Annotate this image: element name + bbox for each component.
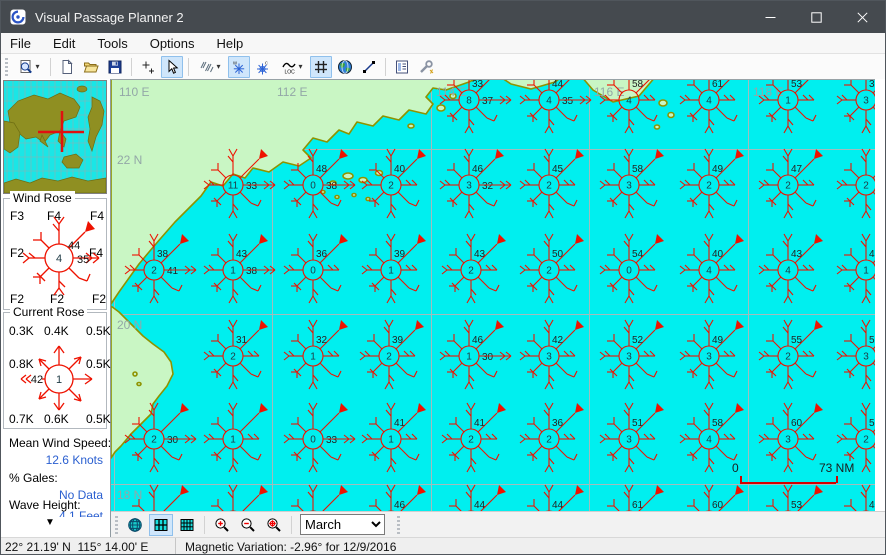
current-rose-diagram: 1 42 (11, 336, 107, 422)
report-view-button[interactable] (391, 56, 413, 78)
status-bar: 22° 21.19' N 115° 14.00' E Magnetic Vari… (1, 537, 885, 555)
longitude-label: 118 E (753, 85, 783, 99)
passage-chart-map[interactable]: 110 E112 E114 E116 E118 E22 N20 N18 N378… (111, 79, 875, 511)
coast-top-mid (499, 80, 563, 89)
wind-rose-toggle-button[interactable]: w (228, 56, 250, 78)
dropdown-caret-icon[interactable]: ▾ (35, 62, 39, 71)
scale-end-label: 73 NM (819, 461, 854, 475)
menu-bar: File Edit Tools Options Help (1, 33, 885, 54)
view-toolbar: March (111, 511, 886, 537)
toolbar-grip[interactable] (115, 516, 118, 534)
grid-fine-button[interactable] (175, 514, 199, 536)
overview-world-map[interactable] (3, 80, 107, 194)
scale-bar (740, 482, 836, 484)
info-sidebar: Wind Rose F3 F4 F4 F2 F4 F2 F2 F2 (1, 79, 111, 537)
globe-projection-button[interactable] (123, 514, 147, 536)
wave-height-value: 4.1 Feet (9, 509, 103, 517)
scale-start-label: 0 (732, 461, 739, 475)
month-select[interactable]: March (300, 514, 385, 535)
weather-overlay-button[interactable]: ▾ (194, 56, 226, 78)
current-rose-center-value: 1 (56, 374, 62, 386)
window-title: Visual Passage Planner 2 (35, 10, 747, 25)
current-rose-left-value: 42 (31, 374, 43, 386)
globe-view-button[interactable] (334, 56, 356, 78)
route-tool-button[interactable] (358, 56, 380, 78)
mainland-coast (111, 80, 481, 304)
latitude-label: 22 N (117, 153, 142, 167)
grid-coarse-button[interactable] (149, 514, 173, 536)
toolbar-grip[interactable] (5, 58, 8, 76)
magnetic-variation: Magnetic Variation: -2.96° for 12/9/2016 (176, 540, 396, 554)
latitude-label: 18 N (117, 488, 142, 502)
toolbar-grip[interactable] (397, 516, 400, 534)
mean-wind-speed-label: Mean Wind Speed: (9, 436, 111, 450)
wind-rose-diagram: 4 44 35 (11, 215, 107, 301)
wind-rose-title: Wind Rose (10, 191, 75, 205)
distance-tool-button[interactable] (137, 56, 159, 78)
print-preview-button[interactable]: ▾ (13, 56, 45, 78)
gales-label: % Gales: (9, 471, 58, 485)
open-file-button[interactable] (80, 56, 102, 78)
current-rose-panel: Current Rose 0.3K 0.4K 0.5K 0.8K 0.5K 0.… (3, 312, 107, 429)
route-wizard-button[interactable] (415, 56, 437, 78)
toolbar-separator (291, 516, 292, 534)
wind-rose-upper-value: 44 (68, 240, 80, 252)
dropdown-caret-icon[interactable]: ▾ (216, 62, 220, 71)
current-rose-toggle-button[interactable]: c (252, 56, 274, 78)
main-toolbar: ▾▾wcLOC▾ (1, 54, 885, 79)
current-rose-title: Current Rose (10, 305, 87, 319)
zoom-in-button[interactable] (210, 514, 234, 536)
menu-tools[interactable]: Tools (89, 34, 135, 53)
title-bar: Visual Passage Planner 2 (1, 1, 885, 33)
cursor-position: 22° 21.19' N 115° 14.00' E (1, 538, 176, 555)
dropdown-caret-icon[interactable]: ▾ (298, 62, 302, 71)
zoom-extents-button[interactable] (262, 514, 286, 536)
save-file-button[interactable] (104, 56, 126, 78)
maximize-button[interactable] (793, 1, 839, 33)
minimize-button[interactable] (747, 1, 793, 33)
app-window: Visual Passage Planner 2 File Edit Tools Op… (0, 0, 886, 555)
longitude-label: 116 E (594, 85, 624, 99)
svg-text:LOC: LOC (285, 69, 296, 75)
land-masses (111, 80, 875, 511)
close-button[interactable] (839, 1, 885, 33)
wind-rose-center-value: 4 (56, 253, 62, 265)
app-logo-icon (10, 9, 26, 25)
waves-overlay-button[interactable]: LOC▾ (276, 56, 308, 78)
wind-rose-panel: Wind Rose F3 F4 F4 F2 F4 F2 F2 F2 (3, 198, 107, 310)
toolbar-separator (131, 58, 132, 76)
toolbar-separator (204, 516, 205, 534)
new-document-button[interactable] (56, 56, 78, 78)
menu-file[interactable]: File (2, 34, 39, 53)
menu-help[interactable]: Help (209, 34, 252, 53)
toolbar-separator (50, 58, 51, 76)
scale-bar-tick (740, 476, 742, 483)
longitude-label: 110 E (119, 85, 149, 99)
grid-toggle-button[interactable] (310, 56, 332, 78)
latitude-label: 20 N (117, 318, 142, 332)
scroll-down-arrow[interactable]: ▼ (45, 517, 55, 528)
toolbar-separator (385, 58, 386, 76)
mean-wind-speed-value: 12.6 Knots (9, 453, 103, 467)
menu-edit[interactable]: Edit (45, 34, 83, 53)
pointer-tool-button[interactable] (161, 56, 183, 78)
window-controls (747, 1, 885, 33)
toolbar-separator (188, 58, 189, 76)
scale-bar-tick (836, 476, 838, 483)
menu-options[interactable]: Options (142, 34, 203, 53)
longitude-label: 114 E (436, 85, 466, 99)
longitude-label: 112 E (277, 85, 307, 99)
wind-rose-right-value: 35 (77, 254, 89, 266)
zoom-out-button[interactable] (236, 514, 260, 536)
